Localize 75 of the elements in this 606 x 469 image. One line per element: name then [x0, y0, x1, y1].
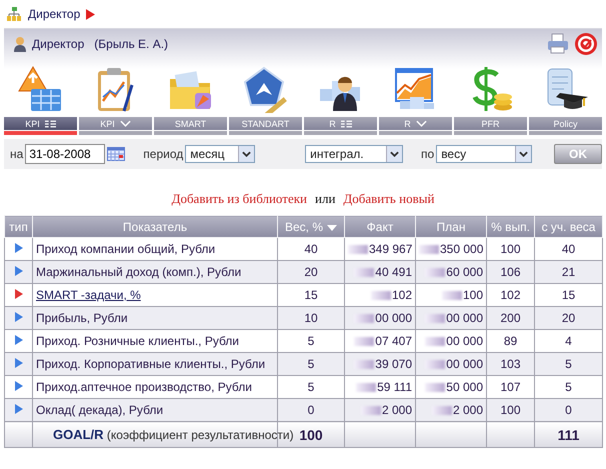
- weight-cell: 0: [278, 398, 344, 422]
- period-dropdown[interactable]: месяц: [185, 145, 256, 163]
- printer-icon[interactable]: [546, 32, 570, 56]
- fact-cell: 40 491: [344, 260, 416, 284]
- column-header[interactable]: План: [416, 216, 486, 238]
- play-icon[interactable]: [14, 289, 22, 299]
- ok-button[interactable]: OK: [554, 144, 602, 164]
- mode-dropdown[interactable]: интеграл.: [305, 145, 404, 163]
- date-label: на: [10, 147, 24, 161]
- indicator-name: Приход. Корпоративные клиенты., Рубли: [32, 352, 278, 376]
- fact-cell: 39 070: [344, 352, 416, 376]
- goal-ruler-icon[interactable]: [242, 65, 290, 113]
- user-icon: [12, 36, 28, 52]
- plan-cell: 2 000: [416, 398, 486, 422]
- chevron-down-icon: [390, 151, 400, 157]
- user-role: Директор: [32, 37, 84, 51]
- page-title: Директор: [28, 7, 80, 21]
- column-header[interactable]: Факт: [344, 216, 416, 238]
- chevron-down-icon: [519, 151, 528, 157]
- plan-cell: 00 000: [416, 352, 486, 376]
- indicator-name: Прибыль, Рубли: [32, 306, 278, 330]
- column-header[interactable]: Вес, %: [278, 216, 344, 238]
- fact-cell: 00 000: [344, 306, 416, 330]
- percent-cell: 200: [486, 306, 534, 330]
- play-icon[interactable]: [14, 404, 22, 414]
- weight-cell: 20: [278, 260, 344, 284]
- module-tab[interactable]: R: [304, 117, 377, 130]
- sort-descending-icon: [327, 224, 337, 230]
- module-tab[interactable]: R: [379, 117, 452, 130]
- indicator-name: Оклад( декада), Рубли: [32, 398, 278, 422]
- module-tab[interactable]: Policy: [529, 117, 602, 130]
- add-new-link[interactable]: Добавить новый: [343, 191, 434, 215]
- total-weighted: 111: [534, 422, 602, 448]
- weighted-cell: 20: [534, 306, 602, 330]
- column-header[interactable]: Показатель: [32, 216, 278, 238]
- column-header[interactable]: % вып.: [486, 216, 534, 238]
- module-tab[interactable]: KPI: [4, 117, 77, 130]
- module-tab[interactable]: KPI: [79, 117, 152, 130]
- module-tab[interactable]: SMART: [154, 117, 227, 130]
- total-note: (коэффициент результативности): [106, 428, 294, 442]
- percent-cell: 100: [486, 398, 534, 422]
- org-chart-icon: [6, 6, 22, 22]
- play-icon[interactable]: [14, 381, 22, 391]
- weighted-cell: 5: [534, 352, 602, 376]
- chevron-down-icon: [242, 151, 252, 157]
- weight-cell: 5: [278, 352, 344, 376]
- module-tab[interactable]: PFR: [454, 117, 527, 130]
- plan-cell: 00 000: [416, 306, 486, 330]
- column-header[interactable]: с уч. веса: [534, 216, 602, 238]
- play-icon[interactable]: [14, 243, 22, 253]
- plan-cell: 60 000: [416, 260, 486, 284]
- user-name: (Брыль Е. А.): [94, 37, 168, 51]
- weighted-cell: 21: [534, 260, 602, 284]
- sort-dropdown[interactable]: весу: [436, 145, 532, 163]
- column-header[interactable]: тип: [4, 216, 32, 238]
- target-icon[interactable]: [574, 32, 598, 56]
- or-text: или: [315, 191, 336, 208]
- fact-cell: 2 000: [344, 398, 416, 422]
- percent-cell: 106: [486, 260, 534, 284]
- play-icon[interactable]: [14, 335, 22, 345]
- period-label: период: [143, 147, 184, 161]
- weight-cell: 10: [278, 306, 344, 330]
- sort-label: по: [421, 147, 434, 161]
- date-field[interactable]: 31-08-2008: [25, 144, 106, 164]
- weighted-cell: 0: [534, 398, 602, 422]
- indicator-name: Маржинальный доход (комп.), Рубли: [32, 260, 278, 284]
- total-label: GOAL/R: [53, 427, 104, 442]
- play-icon[interactable]: [14, 312, 22, 322]
- module-tab[interactable]: STANDART: [229, 117, 302, 130]
- play-icon: [86, 8, 96, 20]
- calendar-icon[interactable]: [107, 147, 126, 161]
- percent-cell: 103: [486, 352, 534, 376]
- add-from-library-link[interactable]: Добавить из библиотеки: [172, 191, 307, 215]
- play-icon[interactable]: [14, 358, 22, 368]
- play-icon[interactable]: [14, 266, 22, 276]
